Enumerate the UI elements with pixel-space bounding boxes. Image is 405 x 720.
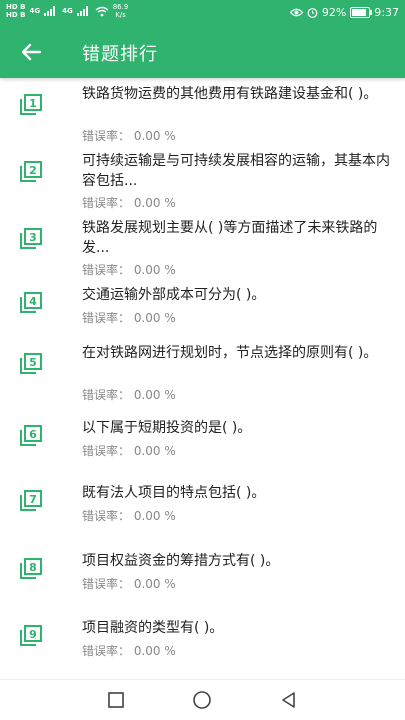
question-text: 项目融资的类型有( )。 (82, 620, 224, 636)
question-text: 既有法人项目的特点包括( )。 (82, 485, 266, 501)
question-number: 9 (29, 628, 37, 641)
question-number: 5 (29, 356, 37, 369)
error-rate: 错误率： 0.00 % (82, 388, 176, 402)
eye-icon (289, 8, 303, 17)
question-text: 以下属于短期投资的是( )。 (82, 420, 252, 436)
question-text: 交通运输外部成本可分为( )。 (82, 287, 266, 303)
error-rate: 错误率： 0.00 % (82, 263, 176, 277)
wifi-icon (95, 6, 109, 16)
battery-percent: 92% (321, 6, 347, 19)
system-nav-bar (0, 679, 405, 720)
error-rate: 错误率： 0.00 % (82, 196, 176, 210)
question-number: 8 (29, 561, 37, 574)
speed-unit: K/s (115, 11, 126, 19)
question-text: 铁路货物运费的其他费用有铁路建设基金和( )。 (82, 86, 378, 102)
question-text: 在对铁路网进行规划时，节点选择的原则有( )。 (82, 345, 378, 361)
question-number: 6 (29, 428, 37, 441)
net1-label: 4G (29, 7, 41, 15)
signal-icon (44, 6, 58, 16)
app-bar: 错题排行 (0, 26, 405, 78)
network-speed: 86.9 K/s (113, 3, 129, 19)
arrow-left-icon[interactable] (18, 38, 46, 66)
question-number-icon: 5 (20, 353, 42, 374)
home-icon[interactable] (192, 690, 212, 710)
error-rate: 错误率： 0.00 % (82, 129, 176, 143)
question-number: 7 (29, 493, 37, 506)
question-text: 项目权益资金的筹措方式有( )。 (82, 553, 280, 569)
back-icon[interactable] (279, 690, 299, 710)
question-number: 3 (29, 231, 37, 244)
question-number-icon: 9 (20, 625, 42, 646)
alarm-icon (307, 8, 318, 18)
signal-icon-2 (76, 6, 91, 16)
question-number-icon: 2 (20, 161, 42, 182)
sim1-label: HD (6, 3, 18, 11)
battery-icon (350, 7, 373, 18)
page-title: 错题排行 (82, 44, 158, 65)
clock-time: 9:37 (374, 6, 399, 19)
error-rate: 错误率： 0.00 % (82, 444, 176, 458)
error-rate: 错误率： 0.00 % (82, 311, 176, 325)
question-number: 2 (29, 164, 37, 177)
recent-apps-icon[interactable] (106, 690, 126, 710)
question-number-icon: 6 (20, 425, 42, 446)
question-number-icon: 8 (20, 558, 42, 579)
question-number-icon: 7 (20, 490, 42, 511)
net2-label: 4G (62, 7, 73, 15)
question-text: 铁路发展规划主要从( )等方面描述了未来铁路的发... (82, 220, 378, 256)
error-rate: 错误率： 0.00 % (82, 644, 176, 658)
speed-value: 86.9 (112, 3, 129, 11)
sim2-label: HD (6, 11, 18, 19)
question-number-icon: 4 (20, 292, 42, 313)
error-rate: 错误率： 0.00 % (82, 509, 176, 523)
error-rate: 错误率： 0.00 % (82, 577, 176, 591)
question-number-icon: 3 (20, 228, 42, 249)
question-number: 1 (29, 97, 37, 110)
question-number: 4 (29, 295, 37, 308)
sim1b-label: B (20, 3, 26, 11)
question-text: 可持续运输是与可持续发展相容的运输，其基本内容包括... (82, 153, 390, 189)
question-number-icon: 1 (20, 94, 42, 115)
sim2b-label: B (20, 11, 26, 19)
status-bar: HD B HD B 4G 4G 86.9 K/s 92% 9:37 (0, 0, 405, 26)
sim-indicators: HD B HD B (6, 3, 25, 19)
